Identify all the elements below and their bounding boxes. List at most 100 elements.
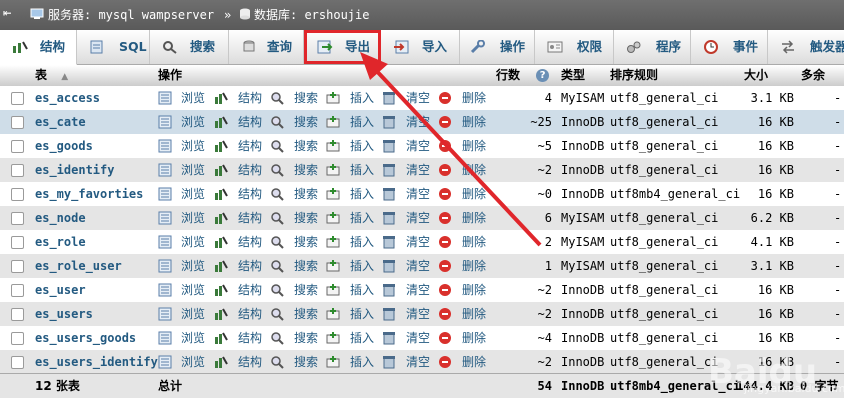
table-name-link[interactable]: es_users bbox=[35, 302, 93, 326]
server-link[interactable]: 服务器: mysql wampserver bbox=[48, 8, 214, 22]
search-icon[interactable] bbox=[270, 355, 284, 369]
browse-icon[interactable] bbox=[158, 355, 172, 369]
structure-icon[interactable] bbox=[214, 91, 228, 105]
row-checkbox[interactable] bbox=[11, 188, 24, 201]
search-icon[interactable] bbox=[270, 283, 284, 297]
structure-icon[interactable] bbox=[214, 139, 228, 153]
empty-icon[interactable] bbox=[382, 139, 396, 153]
row-checkbox[interactable] bbox=[11, 164, 24, 177]
action-insert-link[interactable]: 插入 bbox=[350, 182, 374, 206]
action-empty-link[interactable]: 清空 bbox=[406, 182, 430, 206]
structure-icon[interactable] bbox=[214, 259, 228, 273]
action-drop-link[interactable]: 删除 bbox=[462, 230, 486, 254]
action-drop-link[interactable]: 删除 bbox=[462, 86, 486, 110]
table-name-link[interactable]: es_my_favorties bbox=[35, 182, 143, 206]
browse-icon[interactable] bbox=[158, 283, 172, 297]
structure-icon[interactable] bbox=[214, 283, 228, 297]
collapse-navigation-icon[interactable]: ⇤ bbox=[3, 5, 19, 21]
action-drop-link[interactable]: 删除 bbox=[462, 254, 486, 278]
empty-icon[interactable] bbox=[382, 283, 396, 297]
action-structure-link[interactable]: 结构 bbox=[238, 182, 262, 206]
row-checkbox[interactable] bbox=[11, 284, 24, 297]
drop-icon[interactable] bbox=[438, 235, 452, 249]
action-search-link[interactable]: 搜索 bbox=[294, 86, 318, 110]
action-search-link[interactable]: 搜索 bbox=[294, 206, 318, 230]
action-drop-link[interactable]: 删除 bbox=[462, 134, 486, 158]
table-name-link[interactable]: es_role bbox=[35, 230, 86, 254]
action-search-link[interactable]: 搜索 bbox=[294, 134, 318, 158]
browse-icon[interactable] bbox=[158, 91, 172, 105]
insert-icon[interactable] bbox=[326, 163, 340, 177]
search-icon[interactable] bbox=[270, 259, 284, 273]
tab-export[interactable]: 导出 bbox=[304, 30, 381, 64]
structure-icon[interactable] bbox=[214, 115, 228, 129]
insert-icon[interactable] bbox=[326, 307, 340, 321]
action-insert-link[interactable]: 插入 bbox=[350, 134, 374, 158]
action-browse-link[interactable]: 浏览 bbox=[181, 302, 205, 326]
tab-operations[interactable]: 操作 bbox=[460, 30, 535, 64]
search-icon[interactable] bbox=[270, 187, 284, 201]
action-structure-link[interactable]: 结构 bbox=[238, 230, 262, 254]
search-icon[interactable] bbox=[270, 163, 284, 177]
action-structure-link[interactable]: 结构 bbox=[238, 158, 262, 182]
structure-icon[interactable] bbox=[214, 163, 228, 177]
action-structure-link[interactable]: 结构 bbox=[238, 86, 262, 110]
action-search-link[interactable]: 搜索 bbox=[294, 254, 318, 278]
table-name-link[interactable]: es_node bbox=[35, 206, 86, 230]
empty-icon[interactable] bbox=[382, 259, 396, 273]
column-header-rows[interactable]: 行数 ? bbox=[496, 65, 550, 86]
action-structure-link[interactable]: 结构 bbox=[238, 110, 262, 134]
action-search-link[interactable]: 搜索 bbox=[294, 158, 318, 182]
search-icon[interactable] bbox=[270, 211, 284, 225]
tab-structure[interactable]: 结构 bbox=[0, 30, 77, 65]
action-structure-link[interactable]: 结构 bbox=[238, 350, 262, 374]
row-checkbox[interactable] bbox=[11, 116, 24, 129]
search-icon[interactable] bbox=[270, 307, 284, 321]
row-checkbox[interactable] bbox=[11, 332, 24, 345]
action-insert-link[interactable]: 插入 bbox=[350, 278, 374, 302]
action-empty-link[interactable]: 清空 bbox=[406, 158, 430, 182]
action-structure-link[interactable]: 结构 bbox=[238, 206, 262, 230]
structure-icon[interactable] bbox=[214, 187, 228, 201]
action-structure-link[interactable]: 结构 bbox=[238, 302, 262, 326]
insert-icon[interactable] bbox=[326, 331, 340, 345]
table-name-link[interactable]: es_goods bbox=[35, 134, 93, 158]
empty-icon[interactable] bbox=[382, 187, 396, 201]
action-empty-link[interactable]: 清空 bbox=[406, 326, 430, 350]
row-checkbox[interactable] bbox=[11, 92, 24, 105]
empty-icon[interactable] bbox=[382, 331, 396, 345]
tab-triggers[interactable]: 触发器 bbox=[768, 30, 844, 64]
structure-icon[interactable] bbox=[214, 355, 228, 369]
action-drop-link[interactable]: 删除 bbox=[462, 182, 486, 206]
action-browse-link[interactable]: 浏览 bbox=[181, 134, 205, 158]
browse-icon[interactable] bbox=[158, 211, 172, 225]
structure-icon[interactable] bbox=[214, 331, 228, 345]
column-header-table[interactable]: 表 ▲ bbox=[35, 65, 68, 86]
browse-icon[interactable] bbox=[158, 307, 172, 321]
action-insert-link[interactable]: 插入 bbox=[350, 86, 374, 110]
insert-icon[interactable] bbox=[326, 259, 340, 273]
empty-icon[interactable] bbox=[382, 355, 396, 369]
action-drop-link[interactable]: 删除 bbox=[462, 302, 486, 326]
empty-icon[interactable] bbox=[382, 211, 396, 225]
empty-icon[interactable] bbox=[382, 163, 396, 177]
action-drop-link[interactable]: 删除 bbox=[462, 158, 486, 182]
database-link[interactable]: 数据库: ershoujie bbox=[254, 8, 369, 22]
action-insert-link[interactable]: 插入 bbox=[350, 254, 374, 278]
drop-icon[interactable] bbox=[438, 331, 452, 345]
action-empty-link[interactable]: 清空 bbox=[406, 134, 430, 158]
browse-icon[interactable] bbox=[158, 331, 172, 345]
search-icon[interactable] bbox=[270, 115, 284, 129]
table-name-link[interactable]: es_user bbox=[35, 278, 86, 302]
insert-icon[interactable] bbox=[326, 211, 340, 225]
browse-icon[interactable] bbox=[158, 187, 172, 201]
empty-icon[interactable] bbox=[382, 235, 396, 249]
structure-icon[interactable] bbox=[214, 307, 228, 321]
column-header-overhead[interactable]: 多余 bbox=[801, 65, 825, 86]
action-drop-link[interactable]: 删除 bbox=[462, 206, 486, 230]
action-browse-link[interactable]: 浏览 bbox=[181, 326, 205, 350]
action-insert-link[interactable]: 插入 bbox=[350, 158, 374, 182]
row-checkbox[interactable] bbox=[11, 356, 24, 369]
action-empty-link[interactable]: 清空 bbox=[406, 110, 430, 134]
action-empty-link[interactable]: 清空 bbox=[406, 278, 430, 302]
